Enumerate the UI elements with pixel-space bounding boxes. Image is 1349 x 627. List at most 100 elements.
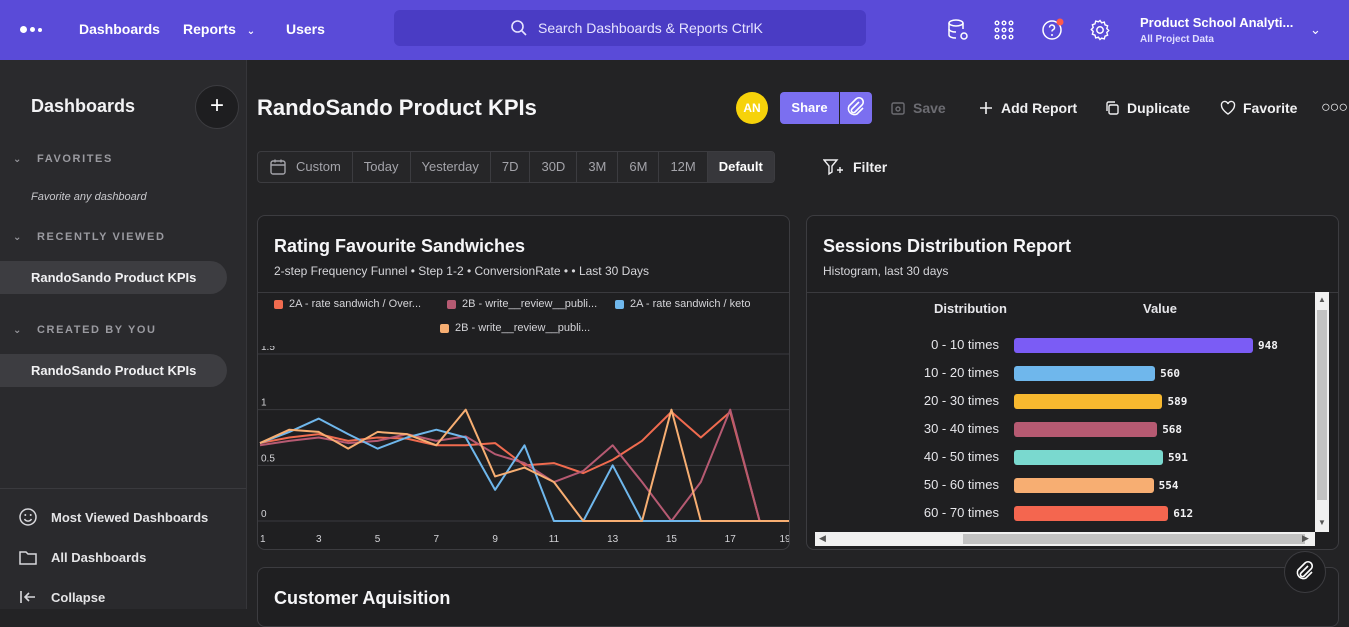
date-range-selector: Custom Today Yesterday 7D 30D 3M 6M 12M …	[257, 151, 775, 183]
date-30d[interactable]: 30D	[530, 152, 578, 182]
vertical-scrollbar[interactable]: ▲ ▼	[1315, 292, 1329, 532]
save-button[interactable]: Save	[890, 100, 946, 116]
histogram-value-label: 560	[1160, 367, 1181, 380]
more-options-icon[interactable]: ○○○	[1321, 99, 1348, 117]
share-button[interactable]: Share	[780, 92, 839, 124]
sidebar-item-created-kpis[interactable]: RandoSando Product KPIs	[0, 354, 227, 387]
filter-button[interactable]: Filter	[823, 158, 887, 176]
nav-reports-label: Reports	[183, 21, 236, 37]
gear-icon[interactable]	[1088, 18, 1112, 42]
card-title[interactable]: Rating Favourite Sandwiches	[274, 236, 525, 257]
collapse-sidebar-button[interactable]: Collapse	[18, 587, 105, 607]
legend-item[interactable]: 2B - write__review__publi...	[447, 298, 597, 310]
avatar[interactable]: AN	[736, 92, 768, 124]
horizontal-scrollbar[interactable]: ◀ ▶	[815, 532, 1315, 546]
all-dashboards-link[interactable]: All Dashboards	[18, 547, 146, 567]
scroll-left-arrow[interactable]: ◀	[819, 533, 826, 544]
legend-item[interactable]: 2B - write__review__publi...	[440, 322, 590, 334]
paperclip-icon	[847, 96, 865, 116]
mixpanel-logo[interactable]	[20, 24, 44, 36]
scroll-down-arrow[interactable]: ▼	[1318, 518, 1326, 527]
legend-item[interactable]: 2A - rate sandwich / keto	[615, 298, 750, 310]
histogram-category-label: 40 - 50 times	[923, 449, 999, 464]
date-12m[interactable]: 12M	[659, 152, 708, 182]
line-chart: 00.511.51 3 5 7 9 11 13 15 17 19	[258, 346, 789, 545]
scroll-thumb[interactable]	[1317, 310, 1327, 500]
card-divider	[258, 292, 789, 293]
scroll-thumb[interactable]	[963, 534, 1305, 544]
funnel-report-card[interactable]: Rating Favourite Sandwiches 2-step Frequ…	[257, 215, 790, 550]
date-today[interactable]: Today	[353, 152, 411, 182]
x-tick-label: 15	[666, 534, 678, 545]
add-report-button[interactable]: Add Report	[978, 100, 1077, 116]
filter-icon	[823, 159, 843, 176]
histogram-value-label: 554	[1158, 479, 1179, 492]
section-recently-viewed[interactable]: ⌄ RECENTLY VIEWED	[13, 231, 166, 243]
histogram-bar[interactable]	[1014, 422, 1158, 437]
histogram-report-card[interactable]: Sessions Distribution Report Histogram, …	[806, 215, 1339, 550]
search-icon	[511, 20, 527, 36]
collapse-label: Collapse	[51, 589, 106, 605]
y-tick-label: 1	[261, 398, 267, 409]
series-line-3[interactable]	[259, 417, 789, 522]
smiley-icon	[19, 508, 37, 526]
help-icon[interactable]	[1040, 18, 1064, 42]
most-viewed-dashboards-link[interactable]: Most Viewed Dashboards	[18, 507, 208, 527]
database-settings-icon[interactable]	[946, 18, 970, 42]
nav-users[interactable]: Users	[286, 21, 325, 37]
heart-icon	[1220, 100, 1236, 115]
card-subtitle: 2-step Frequency Funnel • Step 1-2 • Con…	[274, 264, 649, 278]
chevron-down-icon[interactable]: ⌄	[1310, 22, 1321, 38]
account-name[interactable]: Product School Analyti...	[1140, 15, 1293, 30]
section-favorites[interactable]: ⌄ FAVORITES	[13, 153, 113, 165]
date-6m[interactable]: 6M	[618, 152, 660, 182]
column-header-value[interactable]: Value	[1143, 301, 1177, 316]
customer-acquisition-card[interactable]: Customer Aquisition	[257, 567, 1339, 627]
card-title[interactable]: Customer Aquisition	[274, 588, 450, 609]
sidebar-item-recent-kpis[interactable]: RandoSando Product KPIs	[0, 261, 227, 294]
chevron-down-icon: ⌄	[246, 26, 256, 37]
date-3m[interactable]: 3M	[577, 152, 619, 182]
nav-dashboards[interactable]: Dashboards	[79, 21, 160, 37]
legend-item[interactable]: 2A - rate sandwich / Over...	[274, 298, 421, 310]
save-label: Save	[913, 100, 946, 116]
histogram-bar[interactable]	[1014, 506, 1169, 521]
y-tick-label: 0	[261, 509, 267, 520]
scroll-up-arrow[interactable]: ▲	[1318, 295, 1326, 304]
date-custom[interactable]: Custom	[258, 152, 353, 182]
section-recent-label: RECENTLY VIEWED	[37, 231, 166, 243]
page-title: RandoSando Product KPIs	[257, 95, 537, 120]
apps-grid-icon[interactable]	[992, 18, 1016, 42]
x-tick-label: 11	[549, 534, 560, 545]
legend-swatch	[274, 299, 283, 309]
favorite-button[interactable]: Favorite	[1220, 100, 1297, 116]
card-title[interactable]: Sessions Distribution Report	[823, 236, 1071, 257]
top-bar: Dashboards Reports ⌄ Users Search Dashbo…	[0, 0, 1349, 60]
date-7d[interactable]: 7D	[491, 152, 531, 182]
calendar-icon	[270, 159, 286, 175]
histogram-bar[interactable]	[1014, 366, 1156, 381]
histogram-bar[interactable]	[1014, 450, 1163, 465]
nav-reports[interactable]: Reports ⌄	[183, 21, 255, 37]
date-default[interactable]: Default	[707, 152, 774, 182]
copy-link-button[interactable]	[840, 92, 872, 124]
histogram-category-label: 60 - 70 times	[923, 505, 999, 520]
section-created-by-you[interactable]: ⌄ CREATED BY YOU	[13, 324, 157, 336]
filter-label: Filter	[853, 159, 888, 175]
copy-link-floating-button[interactable]	[1284, 551, 1326, 593]
duplicate-icon	[1106, 101, 1119, 115]
histogram-bar[interactable]	[1014, 338, 1253, 353]
column-header-distribution[interactable]: Distribution	[934, 301, 1007, 316]
y-tick-label: 0.5	[261, 453, 275, 464]
add-dashboard-button[interactable]: +	[195, 85, 239, 129]
legend-swatch	[615, 299, 624, 309]
date-yesterday[interactable]: Yesterday	[411, 152, 491, 182]
duplicate-button[interactable]: Duplicate	[1104, 100, 1190, 116]
histogram-bar[interactable]	[1014, 478, 1154, 493]
histogram-bar[interactable]	[1014, 394, 1163, 409]
series-line-1[interactable]	[259, 410, 789, 522]
folder-icon	[19, 551, 37, 565]
search-input[interactable]: Search Dashboards & Reports CtrlK	[394, 10, 866, 46]
search-placeholder: Search Dashboards & Reports CtrlK	[538, 20, 763, 36]
scroll-right-arrow[interactable]: ▶	[1302, 533, 1309, 544]
